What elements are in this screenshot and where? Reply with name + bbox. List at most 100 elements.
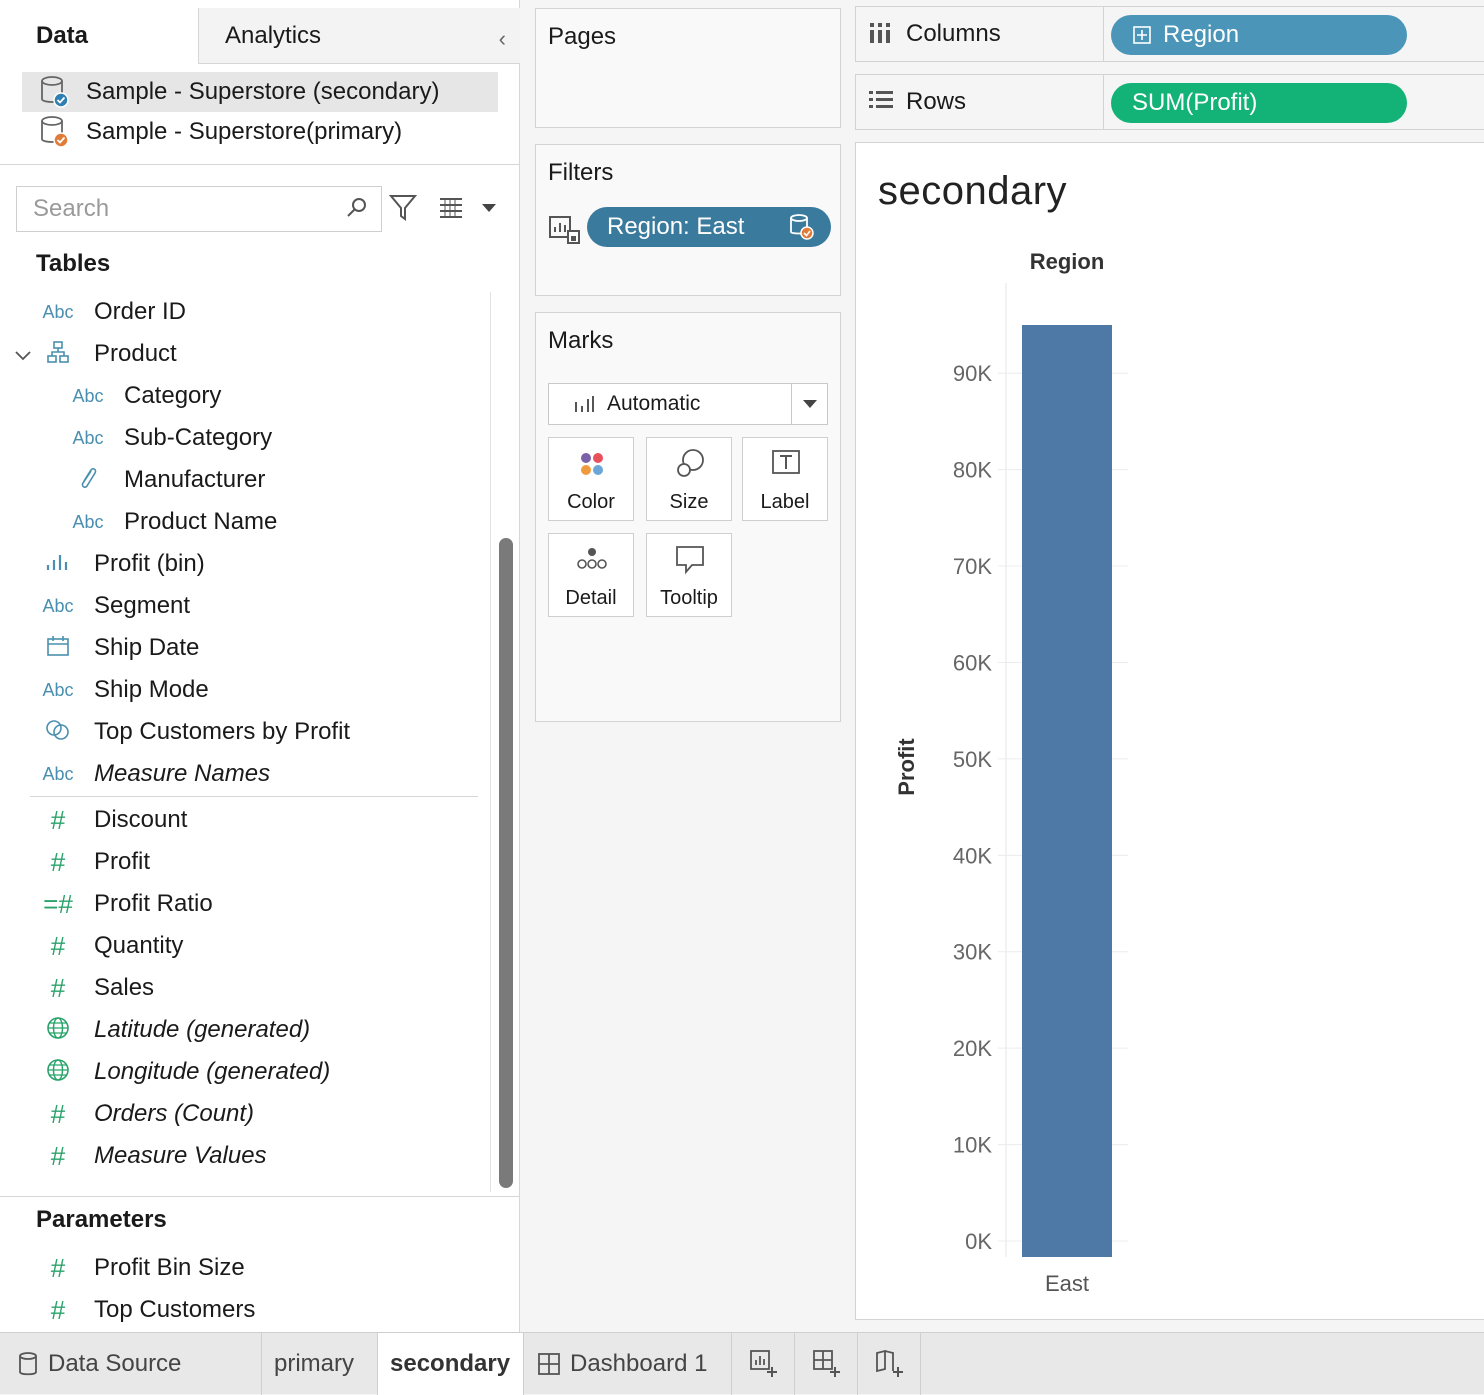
- new-worksheet-button[interactable]: [732, 1333, 795, 1395]
- field-label: Order ID: [94, 298, 187, 325]
- field-order-id[interactable]: Abc Order ID: [0, 292, 480, 332]
- abc-icon: Abc: [42, 301, 74, 322]
- columns-shelf[interactable]: Columns Region: [855, 6, 1484, 62]
- x-axis-title: Region: [1030, 249, 1105, 274]
- field-label: Quantity: [94, 932, 184, 959]
- tab-data-source[interactable]: Data Source: [0, 1333, 262, 1395]
- new-story-button[interactable]: [858, 1333, 921, 1395]
- columns-pill-region[interactable]: Region: [1111, 15, 1407, 55]
- chevron-left-icon[interactable]: ‹: [499, 26, 506, 52]
- field-product-name[interactable]: Abc Product Name: [0, 502, 480, 542]
- field-top-customers-by-profit[interactable]: Top Customers by Profit: [0, 712, 480, 752]
- field-label: Top Customers: [94, 1296, 256, 1323]
- search-icon[interactable]: [345, 196, 369, 220]
- columns-icon: [870, 23, 890, 43]
- filter-pill-region[interactable]: Region: East: [587, 207, 831, 247]
- label-button[interactable]: Label: [742, 437, 828, 521]
- hash-icon: #: [50, 1252, 66, 1283]
- field-label: Longitude (generated): [94, 1058, 331, 1085]
- datasource-item[interactable]: Sample - Superstore(primary): [22, 112, 498, 152]
- rows-shelf[interactable]: Rows SUM(Profit): [855, 74, 1484, 130]
- rows-pill-sum-profit[interactable]: SUM(Profit): [1111, 83, 1407, 123]
- chevron-down-icon[interactable]: [480, 202, 498, 214]
- columns-pill-label: Region: [1163, 21, 1240, 48]
- size-button[interactable]: Size: [646, 437, 732, 521]
- hash-icon: #: [50, 804, 66, 835]
- field-measure-names[interactable]: Abc Measure Names: [0, 754, 480, 794]
- field-ship-mode[interactable]: Abc Ship Mode: [0, 670, 480, 710]
- datasource-icon: [41, 116, 69, 148]
- color-button[interactable]: Color: [548, 437, 634, 521]
- y-tick-label: 60K: [953, 650, 992, 675]
- y-axis-title: Profit: [894, 738, 919, 796]
- field-sub-category[interactable]: Abc Sub-Category: [0, 418, 480, 458]
- y-tick-label: 30K: [953, 940, 992, 965]
- tooltip-button[interactable]: Tooltip: [646, 533, 732, 617]
- tab-dashboard-1[interactable]: Dashboard 1: [524, 1333, 732, 1395]
- search-input[interactable]: Search: [16, 186, 382, 232]
- field-label: Sales: [94, 974, 155, 1001]
- field-top-customers[interactable]: # Top Customers: [0, 1290, 480, 1330]
- y-tick-label: 20K: [953, 1036, 992, 1061]
- field-product[interactable]: Product: [0, 334, 480, 374]
- chevron-down-icon[interactable]: [14, 342, 32, 370]
- new-dashboard-button[interactable]: [795, 1333, 858, 1395]
- field-profit-ratio[interactable]: =# Profit Ratio: [0, 884, 480, 924]
- field-profit-bin[interactable]: Profit (bin): [0, 544, 480, 584]
- tab-sheet-secondary[interactable]: secondary: [378, 1333, 524, 1395]
- detail-button[interactable]: Detail: [548, 533, 634, 617]
- tooltip-label: Tooltip: [660, 587, 718, 609]
- field-label: Latitude (generated): [94, 1016, 311, 1043]
- bar-chart: 0K 10K 20K 30K 40K 50K 60K 70K 80K 90K East Region P…: [894, 249, 1128, 1296]
- tab-sheet-primary[interactable]: primary: [262, 1333, 378, 1395]
- filter-pill-label: Region: East: [607, 213, 745, 240]
- scroll-track: [490, 292, 491, 1192]
- y-tick-label: 80K: [953, 458, 992, 483]
- abc-icon: Abc: [72, 427, 104, 448]
- field-quantity[interactable]: # Quantity: [0, 926, 480, 966]
- field-ship-date[interactable]: Ship Date: [0, 628, 480, 668]
- field-measure-values[interactable]: # Measure Values: [0, 1136, 480, 1176]
- field-label: Product: [94, 340, 177, 367]
- expand-plus-icon[interactable]: [1133, 26, 1151, 44]
- pages-title: Pages: [548, 23, 617, 50]
- mark-type-dropdown[interactable]: Automatic: [548, 383, 828, 425]
- field-latitude-generated[interactable]: Latitude (generated): [0, 1010, 480, 1050]
- field-manufacturer[interactable]: Manufacturer: [0, 460, 480, 500]
- field-profit-bin-size[interactable]: # Profit Bin Size: [0, 1248, 480, 1288]
- tables-title: Tables: [36, 250, 111, 277]
- pages-card[interactable]: Pages: [535, 8, 841, 128]
- field-discount[interactable]: # Discount: [0, 800, 480, 840]
- rows-shelf-header: Rows: [856, 75, 1104, 129]
- chevron-down-icon[interactable]: [791, 384, 827, 424]
- field-label: Orders (Count): [94, 1100, 255, 1127]
- size-label: Size: [669, 491, 709, 513]
- field-orders-count[interactable]: # Orders (Count): [0, 1094, 480, 1134]
- filter-icon[interactable]: [388, 192, 418, 222]
- field-category[interactable]: Abc Category: [0, 376, 480, 416]
- label-icon: [772, 450, 800, 474]
- scrollbar-thumb[interactable]: [499, 538, 513, 1188]
- field-label: Measure Values: [94, 1142, 267, 1169]
- datasource-item[interactable]: Sample - Superstore (secondary): [22, 72, 498, 112]
- detail-icon: [577, 548, 607, 569]
- y-tick-label: 40K: [953, 843, 992, 868]
- rows-icon: [869, 91, 893, 108]
- tab-analytics[interactable]: Analytics ‹: [198, 8, 520, 64]
- linked-datasource-icon: [790, 214, 814, 240]
- field-sales[interactable]: # Sales: [0, 968, 480, 1008]
- field-label: Category: [124, 382, 222, 409]
- filters-card[interactable]: Filters Region: East: [535, 144, 841, 296]
- abc-icon: Abc: [42, 763, 74, 784]
- list-view-icon[interactable]: [438, 196, 464, 218]
- field-label: Ship Mode: [94, 676, 209, 703]
- field-longitude-generated[interactable]: Longitude (generated): [0, 1052, 480, 1092]
- tab-data[interactable]: Data: [0, 8, 198, 64]
- field-profit[interactable]: # Profit: [0, 842, 480, 882]
- parameters-title: Parameters: [36, 1206, 167, 1233]
- hash-icon: #: [50, 972, 66, 1003]
- field-segment[interactable]: Abc Segment: [0, 586, 480, 626]
- abc-icon: Abc: [42, 595, 74, 616]
- divider: [0, 1196, 520, 1197]
- y-tick-label: 90K: [953, 361, 992, 386]
